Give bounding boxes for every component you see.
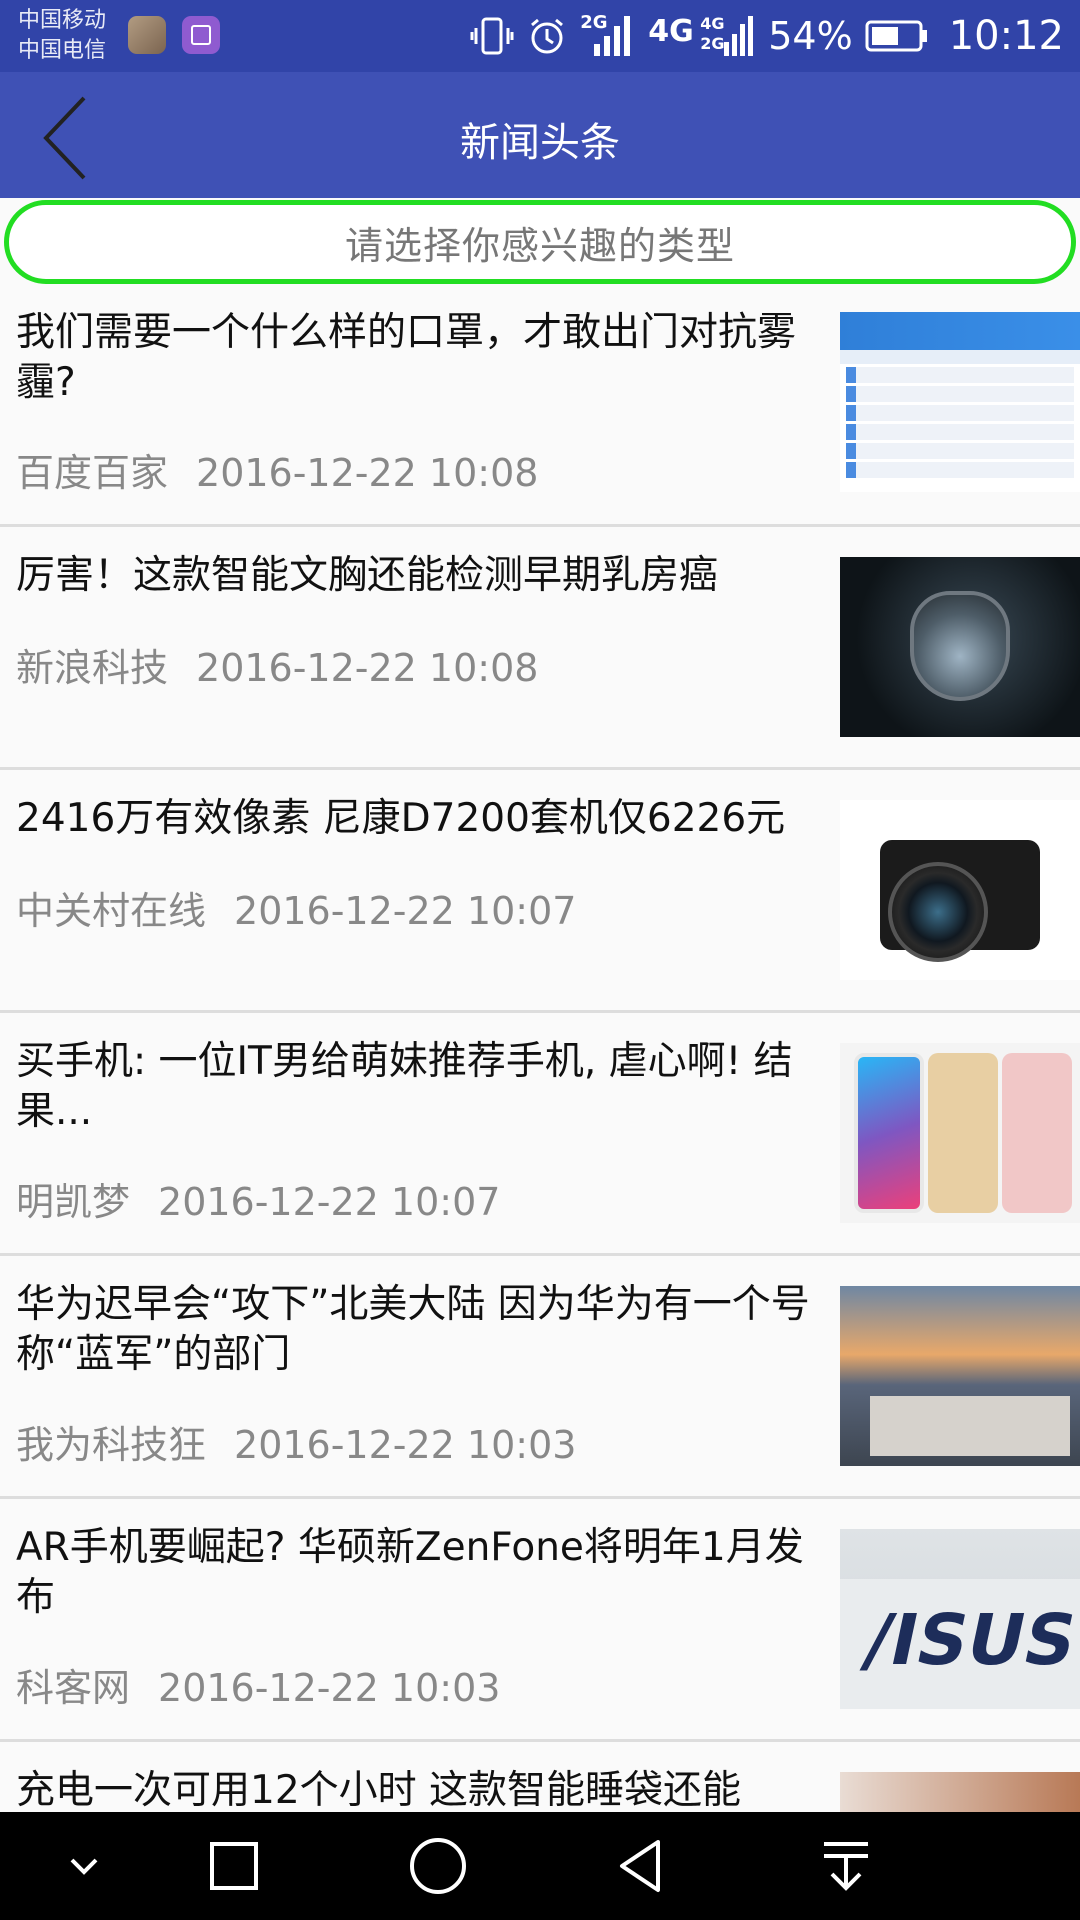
news-item[interactable]: 充电一次可用12个小时 这款智能睡袋还能 bbox=[0, 1742, 1080, 1812]
news-time: 2016-12-22 10:08 bbox=[196, 646, 539, 690]
news-title: 厉害！这款智能文胸还能检测早期乳房癌 bbox=[16, 553, 719, 598]
hide-nav-button[interactable] bbox=[44, 1826, 124, 1906]
carrier-1: 中国移动 bbox=[18, 8, 107, 33]
news-item[interactable]: 2416万有效像素 尼康D7200套机仅6226元 中关村在线 2016-12-2… bbox=[0, 770, 1080, 1013]
square-icon bbox=[210, 1842, 258, 1890]
news-source: 新浪科技 bbox=[16, 646, 169, 690]
battery-icon bbox=[865, 20, 927, 52]
signal-4g-2g: 4G 2G bbox=[700, 12, 756, 60]
triangle-back-icon bbox=[620, 1840, 660, 1892]
news-time: 2016-12-22 10:07 bbox=[234, 889, 577, 933]
signal-2g: 2G bbox=[580, 12, 636, 60]
news-source: 我为科技狂 bbox=[16, 1423, 207, 1467]
news-time: 2016-12-22 10:03 bbox=[234, 1423, 577, 1467]
news-thumbnail: /ISUS bbox=[840, 1529, 1080, 1709]
news-meta: 中关村在线 2016-12-22 10:07 bbox=[16, 880, 576, 935]
news-meta: 科客网 2016-12-22 10:03 bbox=[16, 1657, 500, 1712]
news-time: 2016-12-22 10:07 bbox=[158, 1180, 501, 1224]
network-label-4g: 4G bbox=[648, 14, 694, 49]
status-bar: 中国移动 中国电信 2G 4G 4G 2G 54% 10:12 bbox=[0, 0, 1080, 72]
news-item[interactable]: 买手机: 一位IT男给萌妹推荐手机, 虐心啊! 结果... 明凯梦 2016-12… bbox=[0, 1013, 1080, 1256]
news-meta: 明凯梦 2016-12-22 10:07 bbox=[16, 1171, 500, 1226]
news-item[interactable]: 我们需要一个什么样的口罩，才敢出门对抗雾霾? 百度百家 2016-12-22 10… bbox=[0, 284, 1080, 527]
news-item[interactable]: AR手机要崛起? 华硕新ZenFone将明年1月发布 科客网 2016-12-22… bbox=[0, 1499, 1080, 1742]
back-nav-button[interactable] bbox=[602, 1826, 682, 1906]
system-nav-bar bbox=[0, 1812, 1080, 1920]
clock: 10:12 bbox=[948, 13, 1064, 59]
battery-percentage: 54% bbox=[768, 14, 853, 58]
news-thumbnail bbox=[840, 1043, 1080, 1223]
news-time: 2016-12-22 10:03 bbox=[158, 1666, 501, 1710]
news-title: 我们需要一个什么样的口罩，才敢出门对抗雾霾? bbox=[16, 310, 797, 405]
carrier-2: 中国电信 bbox=[18, 38, 107, 63]
asus-logo: /ISUS bbox=[857, 1599, 1080, 1681]
news-item[interactable]: 厉害！这款智能文胸还能检测早期乳房癌 新浪科技 2016-12-22 10:08 bbox=[0, 527, 1080, 770]
notification-pull-button[interactable] bbox=[806, 1826, 886, 1906]
news-thumbnail bbox=[840, 1772, 1080, 1812]
alarm-icon bbox=[531, 18, 564, 54]
carrier-info: 中国移动 中国电信 bbox=[18, 6, 106, 66]
news-source: 百度百家 bbox=[16, 451, 169, 495]
news-title: 买手机: 一位IT男给萌妹推荐手机, 虐心啊! 结果... bbox=[16, 1039, 793, 1134]
status-icons: 2G 4G 4G 2G 54% 10:12 bbox=[470, 8, 1064, 64]
circle-icon bbox=[410, 1838, 466, 1894]
page-title: 新闻头条 bbox=[460, 120, 620, 166]
news-thumbnail bbox=[840, 557, 1080, 737]
notification-app-icon bbox=[128, 16, 166, 54]
network-4g: 4G bbox=[648, 12, 694, 60]
news-item[interactable]: 华为迟早会“攻下”北美大陆 因为华为有一个号称“蓝军”的部门 我为科技狂 2016… bbox=[0, 1256, 1080, 1499]
news-meta: 新浪科技 2016-12-22 10:08 bbox=[16, 637, 538, 692]
category-select-button[interactable]: 请选择你感兴趣的类型 bbox=[4, 200, 1076, 284]
news-source: 科客网 bbox=[16, 1666, 131, 1710]
chevron-down-icon bbox=[70, 1858, 98, 1875]
recent-apps-button[interactable] bbox=[194, 1826, 274, 1906]
category-select-label: 请选择你感兴趣的类型 bbox=[344, 223, 735, 268]
signal-bars-icon bbox=[594, 16, 631, 56]
vibrate-icon bbox=[470, 17, 514, 55]
news-source: 中关村在线 bbox=[16, 889, 207, 933]
news-title: AR手机要崛起? 华硕新ZenFone将明年1月发布 bbox=[16, 1525, 804, 1620]
signal-bars-icon-2 bbox=[724, 16, 754, 56]
gallery-notification-icon bbox=[182, 16, 220, 54]
pull-down-icon bbox=[824, 1842, 868, 1891]
news-meta: 百度百家 2016-12-22 10:08 bbox=[16, 442, 538, 497]
news-thumbnail bbox=[840, 800, 1080, 980]
news-title: 充电一次可用12个小时 这款智能睡袋还能 bbox=[16, 1768, 742, 1812]
app-bar: 新闻头条 bbox=[0, 72, 1080, 198]
news-time: 2016-12-22 10:08 bbox=[196, 451, 539, 495]
news-source: 明凯梦 bbox=[16, 1180, 131, 1224]
news-list[interactable]: 我们需要一个什么样的口罩，才敢出门对抗雾霾? 百度百家 2016-12-22 10… bbox=[0, 284, 1080, 1812]
news-meta: 我为科技狂 2016-12-22 10:03 bbox=[16, 1414, 576, 1469]
news-thumbnail bbox=[840, 1286, 1080, 1466]
news-title: 华为迟早会“攻下”北美大陆 因为华为有一个号称“蓝军”的部门 bbox=[16, 1282, 810, 1377]
news-thumbnail bbox=[840, 312, 1080, 492]
news-title: 2416万有效像素 尼康D7200套机仅6226元 bbox=[16, 796, 786, 841]
home-button[interactable] bbox=[398, 1826, 478, 1906]
